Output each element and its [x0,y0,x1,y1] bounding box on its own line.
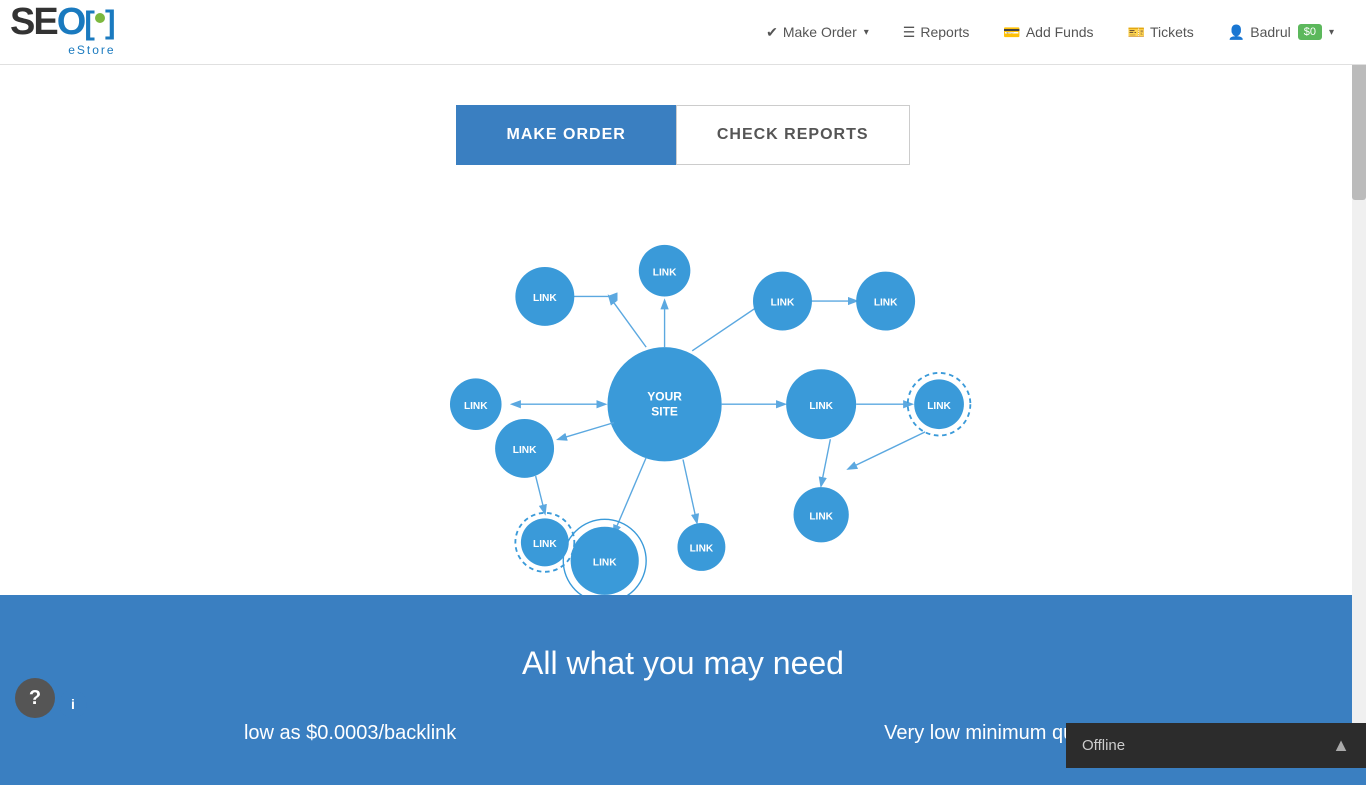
diagram-svg: YOUR SITE LINK LINK LINK LINK [333,195,1033,595]
svg-text:LINK: LINK [874,298,898,309]
svg-text:LINK: LINK [464,401,488,412]
link-diagram: YOUR SITE LINK LINK LINK LINK [333,195,1033,595]
user-icon: 👤 [1228,24,1245,41]
svg-text:LINK: LINK [809,511,833,522]
svg-text:LINK: LINK [533,293,557,304]
make-order-button[interactable]: MAKE ORDER [456,105,675,165]
reports-icon: ☰ [903,24,916,41]
svg-text:LINK: LINK [927,401,951,412]
blue-card-1: low as $0.0003/backlink [244,722,456,745]
info-button[interactable]: i [59,690,87,718]
svg-text:SITE: SITE [651,404,678,418]
offline-label: Offline [1082,737,1125,754]
svg-text:LINK: LINK [533,539,557,550]
tickets-icon: 🎫 [1128,24,1145,41]
nav-tickets[interactable]: 🎫 Tickets [1116,19,1206,46]
logo-text: SEO[ [10,3,93,41]
svg-text:LINK: LINK [653,267,677,278]
balance-badge: $0 [1298,24,1322,40]
add-funds-icon: 💳 [1003,24,1020,41]
nav-add-funds[interactable]: 💳 Add Funds [991,19,1105,46]
navbar: SEO[ ] eStore ✔ Make Order ▾ ☰ Reports 💳… [0,0,1366,65]
hero-buttons: MAKE ORDER CHECK REPORTS [456,105,909,165]
dropdown-arrow-icon: ▾ [864,27,869,38]
nav-make-order[interactable]: ✔ Make Order ▾ [754,19,881,46]
logo-sub: eStore [68,43,115,61]
svg-text:LINK: LINK [593,557,617,568]
logo: SEO[ ] eStore [10,3,116,61]
nav-reports[interactable]: ☰ Reports [891,19,982,46]
offline-chat-bar[interactable]: Offline ▲ [1066,723,1366,768]
scrollbar[interactable] [1352,0,1366,768]
logo-dot [95,13,105,23]
svg-text:LINK: LINK [809,401,833,412]
feature1-text: low as $0.0003/backlink [244,722,456,745]
nav-user[interactable]: 👤 Badrul $0 ▾ [1216,19,1346,46]
check-reports-button[interactable]: CHECK REPORTS [676,105,910,165]
svg-text:LINK: LINK [513,445,537,456]
user-dropdown-arrow-icon: ▾ [1329,27,1334,38]
floating-help: ? i [15,678,87,718]
hero-section: MAKE ORDER CHECK REPORTS YOUR SITE LINK [0,65,1366,595]
offline-expand-icon[interactable]: ▲ [1332,735,1350,756]
help-button[interactable]: ? [15,678,55,718]
center-label: YOUR [647,390,682,404]
order-icon: ✔ [766,24,778,41]
svg-text:LINK: LINK [690,544,714,555]
nav-links: ✔ Make Order ▾ ☰ Reports 💳 Add Funds 🎫 T… [754,19,1346,46]
blue-section-title: All what you may need [40,645,1326,682]
svg-text:LINK: LINK [771,298,795,309]
